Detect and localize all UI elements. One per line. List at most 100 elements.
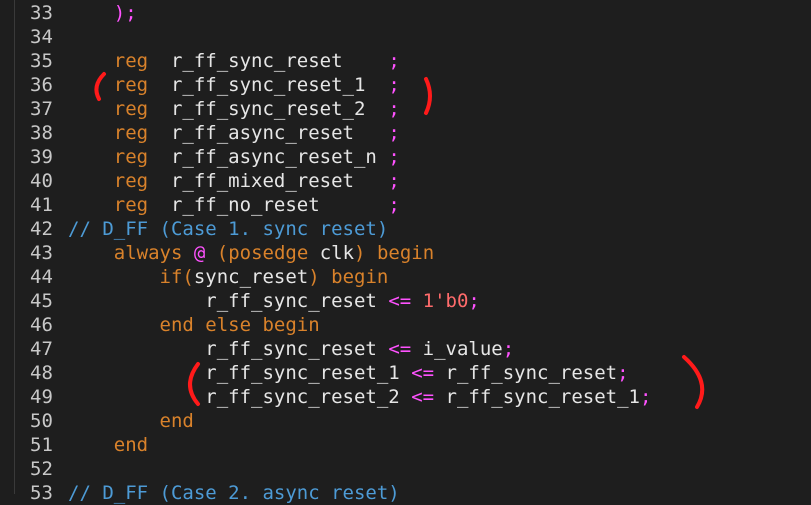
code-token: reg	[113, 170, 149, 192]
code-token: ;	[388, 122, 400, 144]
line-number: 38	[30, 122, 53, 144]
code-text: r_ff_sync_reset <= i_value;	[68, 337, 514, 361]
code-token: clk	[308, 242, 355, 264]
code-token: // D_FF (Case 1. sync reset)	[68, 218, 389, 240]
line-number: 48	[30, 362, 53, 384]
line-number: 35	[30, 50, 53, 72]
code-token: (	[205, 242, 229, 264]
code-line[interactable]: 48 r_ff_sync_reset_1 <= r_ff_sync_reset;	[0, 361, 811, 385]
code-token: begin	[365, 242, 435, 264]
code-token: r_ff_async_reset_n	[148, 146, 389, 168]
code-token: sync_reset	[193, 266, 309, 288]
code-token: ;	[388, 146, 400, 168]
code-token: r_ff_sync_reset_1	[205, 362, 412, 384]
line-number: 47	[30, 338, 53, 360]
code-token: ;	[388, 170, 400, 192]
line-number: 34	[30, 26, 53, 48]
code-line[interactable]: 46 end else begin	[0, 313, 811, 337]
code-token: ;	[639, 386, 652, 408]
code-line[interactable]: 53 // D_FF (Case 2. async reset)	[0, 481, 811, 505]
code-line[interactable]: 38 reg r_ff_async_reset ;	[0, 121, 811, 145]
code-token: always	[113, 242, 183, 264]
code-token: <=	[411, 386, 435, 408]
line-number: 46	[30, 314, 53, 336]
code-token: r_ff_sync_reset_1	[148, 74, 389, 96]
code-token: reg	[113, 50, 149, 72]
code-text: r_ff_sync_reset <= 1'b0;	[68, 289, 480, 313]
code-token: ;	[388, 74, 400, 96]
code-line[interactable]: 34	[0, 25, 811, 49]
line-number: 44	[30, 266, 53, 288]
code-text: if(sync_reset) begin	[68, 265, 389, 289]
line-number: 41	[30, 194, 53, 216]
code-text: end	[68, 433, 148, 457]
code-line[interactable]: 39 reg r_ff_async_reset_n ;	[0, 145, 811, 169]
code-token: r_ff_sync_reset_1	[434, 386, 640, 408]
code-token: ;	[617, 362, 629, 384]
line-number: 49	[30, 386, 53, 408]
code-token: r_ff_no_reset	[148, 194, 389, 216]
code-token: ;	[388, 194, 400, 216]
code-text: reg r_ff_sync_reset ;	[68, 49, 400, 73]
code-token: <=	[411, 362, 435, 384]
code-line[interactable]: 49 r_ff_sync_reset_2 <= r_ff_sync_reset_…	[0, 385, 811, 409]
code-line[interactable]: 37 reg r_ff_sync_reset_2 ;	[0, 97, 811, 121]
code-token: r_ff_sync_reset	[205, 338, 389, 360]
code-line[interactable]: 47 r_ff_sync_reset <= i_value;	[0, 337, 811, 361]
code-line[interactable]: 44 if(sync_reset) begin	[0, 265, 811, 289]
code-token: ;	[468, 290, 480, 312]
code-token: posedge	[228, 242, 309, 264]
code-line[interactable]: 42 // D_FF (Case 1. sync reset)	[0, 217, 811, 241]
code-token: reg	[113, 146, 149, 168]
code-line[interactable]: 40 reg r_ff_mixed_reset ;	[0, 169, 811, 193]
code-text: end else begin	[68, 313, 320, 337]
code-text: always @ (posedge clk) begin	[68, 241, 434, 265]
code-token: <=	[388, 290, 412, 312]
code-line[interactable]: 41 reg r_ff_no_reset ;	[0, 193, 811, 217]
code-line[interactable]: 43 always @ (posedge clk) begin	[0, 241, 811, 265]
code-line[interactable]: 36 reg r_ff_sync_reset_1 ;	[0, 73, 811, 97]
code-text: reg r_ff_sync_reset_2 ;	[68, 97, 400, 121]
code-line[interactable]: 51 end	[0, 433, 811, 457]
code-editor[interactable]: 33 ); 34 35 reg r_ff_sync_reset ; 36 reg r_…	[0, 0, 811, 504]
code-line[interactable]: 52	[0, 457, 811, 481]
code-token: 1'b0	[422, 290, 469, 312]
code-token: );	[113, 2, 137, 24]
line-number: 45	[30, 290, 53, 312]
code-line[interactable]: 50 end	[0, 409, 811, 433]
code-token: end	[159, 410, 194, 432]
code-token: reg	[113, 122, 149, 144]
line-number: 43	[30, 242, 53, 264]
code-token: ;	[502, 338, 515, 360]
code-text: // D_FF (Case 1. sync reset)	[68, 217, 388, 241]
code-token: i_value	[411, 338, 503, 360]
code-line[interactable]: 35 reg r_ff_sync_reset ;	[0, 49, 811, 73]
code-line[interactable]: 33 );	[0, 1, 811, 25]
code-text: );	[68, 1, 137, 25]
code-token: )	[308, 266, 320, 288]
code-token: ;	[388, 50, 400, 72]
code-text: reg r_ff_async_reset_n ;	[68, 145, 400, 169]
code-token: @	[193, 242, 206, 264]
code-text: reg r_ff_async_reset ;	[68, 121, 400, 145]
code-text: r_ff_sync_reset_2 <= r_ff_sync_reset_1;	[68, 385, 651, 409]
line-number: 42	[30, 218, 53, 240]
code-line[interactable]: 45 r_ff_sync_reset <= 1'b0;	[0, 289, 811, 313]
code-token: r_ff_sync_reset_2	[148, 98, 389, 120]
